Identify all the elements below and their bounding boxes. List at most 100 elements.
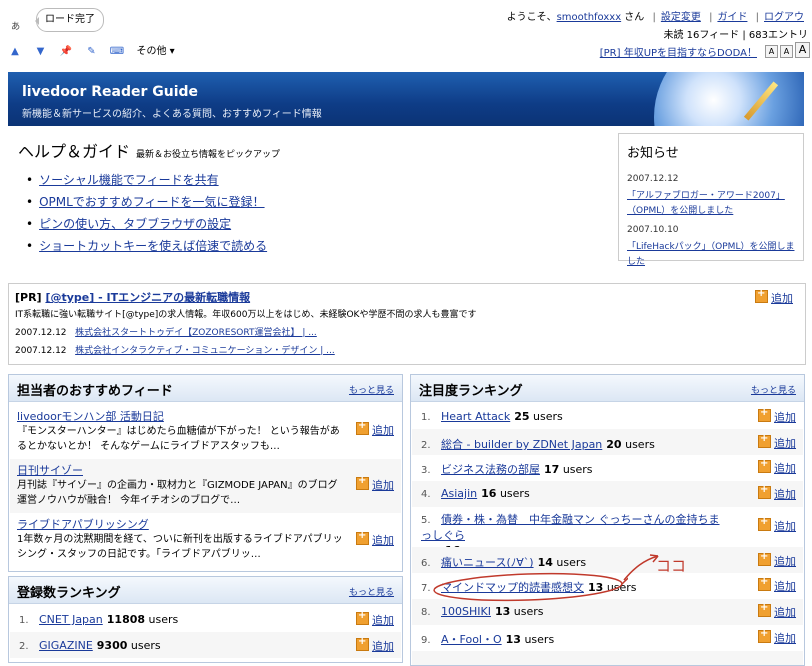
font-medium-button[interactable]: A xyxy=(780,45,793,58)
add-feed-icon xyxy=(758,458,771,473)
more-link[interactable]: もっと見る xyxy=(349,585,394,598)
next-arrow-icon[interactable]: ▼ xyxy=(32,44,50,60)
add-feed-label: 追加 xyxy=(774,606,796,619)
pin-icon[interactable]: 📌 xyxy=(57,44,75,60)
add-feed-button[interactable]: 追加 xyxy=(758,516,796,534)
add-feed-button[interactable]: 追加 xyxy=(356,530,394,548)
pr-top-link[interactable]: [PR] 年収UPを目指すならDODA！ xyxy=(600,44,757,59)
add-feed-button[interactable]: 追加 xyxy=(755,288,793,306)
feed-link[interactable]: ビジネス法務の部屋 xyxy=(441,463,540,476)
compass-graphic xyxy=(654,72,804,126)
feed-title-link[interactable]: ライブドアパブリッシング xyxy=(17,517,347,532)
add-feed-button[interactable]: 追加 xyxy=(356,475,394,493)
more-link[interactable]: もっと見る xyxy=(349,383,394,396)
ranking-row: 4. Asiajin 16 users xyxy=(421,487,530,500)
add-feed-button[interactable]: 追加 xyxy=(758,458,796,476)
pr-row-link[interactable]: 株式会社インタラクティブ・コミュニケーション・デザイン | ... xyxy=(75,346,335,356)
ranking-row: 9. A・Fool・O 13 users xyxy=(421,631,554,647)
user-count: 17 xyxy=(544,463,560,476)
user-count: 13 xyxy=(505,633,521,646)
feed-link[interactable]: 100SHIKI xyxy=(441,605,491,618)
add-feed-button[interactable]: 追加 xyxy=(758,433,796,451)
loading-icon: ぁ xyxy=(10,19,21,32)
user-count: 25 xyxy=(514,410,530,423)
help-subtitle: 最新＆お役立ち情報をピックアップ xyxy=(136,150,281,160)
rank-number: 3. xyxy=(421,465,431,476)
add-feed-icon xyxy=(758,602,771,617)
add-feed-button[interactable]: 追加 xyxy=(758,551,796,569)
add-feed-button[interactable]: 追加 xyxy=(758,407,796,425)
add-feed-button[interactable]: 追加 xyxy=(758,628,796,646)
help-link[interactable]: ソーシャル機能でフィードを共有 xyxy=(39,173,219,187)
panel-title: 注目度ランキング xyxy=(419,384,523,399)
rank-number: 4. xyxy=(421,489,431,500)
add-feed-icon xyxy=(758,516,771,531)
prev-arrow-icon[interactable]: ▲ xyxy=(6,44,24,60)
user-count: 11808 xyxy=(106,613,146,626)
font-size-buttons: AAA xyxy=(763,42,810,58)
add-feed-button[interactable]: 追加 xyxy=(758,602,796,620)
guide-link[interactable]: ガイド xyxy=(717,12,747,23)
pr-description: IT系転職に強い転職サイト[@type]の求人情報。年収600万以上をはじめ、未… xyxy=(15,310,477,320)
user-unit: users xyxy=(130,639,161,652)
feed-link[interactable]: GIGAZINE xyxy=(39,639,93,652)
help-item: ショートカットキーを使えば倍速で読める xyxy=(26,236,267,258)
pr-row-link[interactable]: 株式会社スタートトゥデイ【ZOZORESORT運営会社】 | ... xyxy=(75,328,317,338)
banner-subtitle: 新機能＆新サービスの紹介、よくある質問、おすすめフィード情報 xyxy=(22,109,322,120)
font-small-button[interactable]: A xyxy=(765,45,778,58)
feed-link[interactable]: Heart Attack xyxy=(441,410,510,423)
add-feed-label: 追加 xyxy=(774,437,796,450)
help-link[interactable]: ピンの使い方、タブブラウザの設定 xyxy=(39,217,231,231)
add-feed-label: 追加 xyxy=(774,555,796,568)
pr-row: 2007.12.12 株式会社スタートトゥデイ【ZOZORESORT運営会社】 … xyxy=(15,325,317,338)
help-link[interactable]: ショートカットキーを使えば倍速で読める xyxy=(39,239,267,253)
feed-link[interactable]: Asiajin xyxy=(441,487,477,500)
user-menu: ようこそ、smoothfoxxx さん | 設定変更 | ガイド | ログアウ xyxy=(506,12,804,23)
panel-title: 担当者のおすすめフィード xyxy=(17,384,173,399)
attention-ranking-panel: 注目度ランキング もっと見る 1. Heart Attack 25 users 追加… xyxy=(410,374,805,666)
add-feed-label: 追加 xyxy=(372,640,394,653)
user-count: 16 xyxy=(481,487,497,500)
logout-link[interactable]: ログアウ xyxy=(764,12,804,23)
add-feed-button[interactable]: 追加 xyxy=(356,610,394,628)
guide-banner: livedoor Reader Guide 新機能＆新サービスの紹介、よくある質… xyxy=(8,72,804,126)
feed-description: 月刊誌『サイゾー』の企画力・取材力と『GIZMODE JAPAN』のブログ運営ノ… xyxy=(17,480,338,506)
add-feed-label: 追加 xyxy=(774,462,796,475)
feed-link[interactable]: 債券・株・為替 中年金融マン ぐっちーさんの金持ちまっしぐら xyxy=(421,513,720,542)
settings-link[interactable]: 設定変更 xyxy=(661,12,701,23)
other-menu-button[interactable]: その他 ▾ xyxy=(134,44,178,60)
pr-label: [PR] xyxy=(15,291,42,304)
notice-link[interactable]: 「アルファブロガー・アワード2007」（OPML）を公開しました xyxy=(627,189,797,219)
feed-link[interactable]: A・Fool・O xyxy=(441,633,502,646)
feed-title-link[interactable]: 日刊サイゾー xyxy=(17,463,347,478)
feed-link[interactable]: 総合 - builder by ZDNet Japan xyxy=(441,438,602,451)
username-link[interactable]: smoothfoxxx xyxy=(557,12,622,23)
add-feed-label: 追加 xyxy=(774,411,796,424)
help-link[interactable]: OPMLでおすすめフィードを一気に登録！ xyxy=(39,195,264,209)
welcome-suffix: さん xyxy=(621,12,645,23)
user-unit: users xyxy=(524,633,555,646)
feed-link[interactable]: CNET Japan xyxy=(39,613,103,626)
add-feed-button[interactable]: 追加 xyxy=(356,420,394,438)
ranking-row: 2. 総合 - builder by ZDNet Japan 20 users xyxy=(421,436,655,452)
add-feed-label: 追加 xyxy=(774,580,796,593)
pr-row-date: 2007.12.12 xyxy=(15,328,67,338)
add-feed-button[interactable]: 追加 xyxy=(758,576,796,594)
clip-icon[interactable]: ✎ xyxy=(83,44,101,60)
feed-description: 1年数ヶ月の沈黙期間を経て、ついに新刊を出版するライブドアパブリッシング・スタッ… xyxy=(17,534,343,560)
keyboard-icon[interactable]: ⌨ xyxy=(108,44,126,60)
add-feed-icon xyxy=(758,576,771,591)
pr-title-link[interactable]: [@type] - ITエンジニアの最新転職情報 xyxy=(45,291,250,304)
add-feed-icon xyxy=(356,530,369,545)
more-link[interactable]: もっと見る xyxy=(751,383,796,396)
list-item: 日刊サイゾー 月刊誌『サイゾー』の企画力・取材力と『GIZMODE JAPAN』… xyxy=(17,463,347,508)
ranking-row: 1. CNET Japan 11808 users xyxy=(19,613,178,626)
font-large-button[interactable]: A xyxy=(795,42,810,58)
add-feed-button[interactable]: 追加 xyxy=(758,484,796,502)
help-item: OPMLでおすすめフィードを一気に登録！ xyxy=(26,192,267,214)
add-feed-button[interactable]: 追加 xyxy=(356,636,394,654)
list-item: livedoorモンハン部 活動日記 『モンスターハンター』はじめたら血糖値が下… xyxy=(17,409,347,454)
ranking-row: 8. 100SHIKI 13 users xyxy=(421,605,544,618)
feed-title-link[interactable]: livedoorモンハン部 活動日記 xyxy=(17,409,347,424)
notice-link[interactable]: 「LifeHackパック」（OPML）を公開しました xyxy=(627,240,797,270)
